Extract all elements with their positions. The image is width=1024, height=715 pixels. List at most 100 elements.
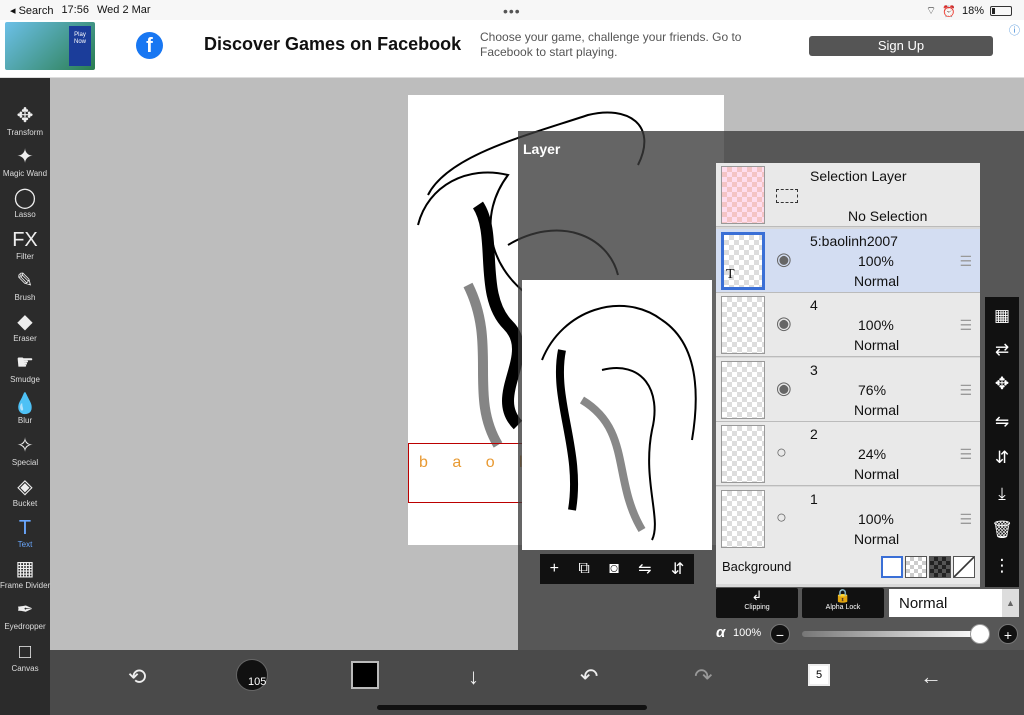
opacity-slider[interactable] bbox=[802, 631, 982, 637]
tool-eraser[interactable]: ◆ Eraser bbox=[0, 306, 50, 347]
alarm-icon: ⏰ bbox=[942, 5, 956, 18]
background-row[interactable]: Background bbox=[716, 550, 980, 584]
magic-wand-icon: ✦ bbox=[16, 146, 34, 169]
eye-icon[interactable]: ◉ bbox=[776, 249, 792, 270]
tool-magic-wand[interactable]: ✦ Magic Wand bbox=[0, 141, 50, 182]
filter-icon: FX bbox=[12, 228, 38, 251]
flip-layer-horizontal-icon[interactable]: ⇋ bbox=[985, 407, 1019, 437]
text-layer-icon: T bbox=[726, 267, 735, 282]
layer-row[interactable]: ○ 2 24% Normal ☰ bbox=[716, 422, 980, 487]
bg-none-swatch[interactable] bbox=[953, 556, 975, 578]
layer-opacity: 24% bbox=[858, 446, 887, 463]
layer-name: 2 bbox=[810, 426, 818, 443]
tool-brush[interactable]: ✎ Brush bbox=[0, 265, 50, 306]
tool-label: Brush bbox=[14, 292, 36, 302]
ad-thumbnail[interactable]: Play Now bbox=[5, 22, 95, 70]
layers-count-button[interactable]: 5 bbox=[808, 664, 830, 686]
drag-handle-icon[interactable]: ☰ bbox=[959, 511, 972, 528]
layer-row[interactable]: ◉ 4 100% Normal ☰ bbox=[716, 293, 980, 358]
undo-icon[interactable]: ↶ bbox=[580, 664, 598, 690]
layer-name: 4 bbox=[810, 297, 818, 314]
tool-blur[interactable]: 💧 Blur bbox=[0, 388, 50, 429]
tool-bucket[interactable]: ◈ Bucket bbox=[0, 471, 50, 512]
tool-transform[interactable]: ✥ Transform bbox=[0, 100, 50, 141]
flip-horizontal-icon[interactable]: ⇋ bbox=[638, 559, 651, 579]
tool-sidebar: ✥ Transform ✦ Magic Wand ◯ Lasso FX Filter ✎ Brus… bbox=[0, 78, 50, 715]
bg-white-swatch[interactable] bbox=[881, 556, 903, 578]
home-indicator[interactable] bbox=[377, 705, 647, 710]
download-arrow-icon[interactable]: ↓ bbox=[468, 664, 479, 690]
opacity-slider-knob[interactable] bbox=[970, 624, 990, 644]
drag-handle-icon[interactable]: ☰ bbox=[959, 382, 972, 399]
more-options-icon[interactable]: ⋮ bbox=[985, 551, 1019, 581]
canvas-text: b a o l bbox=[419, 454, 533, 471]
opacity-increase-button[interactable]: + bbox=[998, 624, 1018, 644]
bucket-icon: ◈ bbox=[17, 475, 33, 498]
layer-row[interactable]: ◉ 3 76% Normal ☰ bbox=[716, 357, 980, 422]
opacity-decrease-button[interactable]: − bbox=[770, 624, 790, 644]
move-layer-icon[interactable]: ✥ bbox=[985, 369, 1019, 399]
redo-icon[interactable]: ↷ bbox=[694, 664, 712, 690]
layer-thumbnail bbox=[721, 425, 765, 484]
eye-icon[interactable]: ◉ bbox=[776, 378, 792, 399]
alpha-lock-button[interactable]: 🔒 Alpha Lock bbox=[802, 588, 884, 618]
flip-vertical-icon[interactable]: ⇵ bbox=[671, 559, 684, 579]
checkerboard-icon[interactable]: ▦ bbox=[985, 301, 1019, 331]
tool-label: Eyedropper bbox=[4, 622, 46, 632]
clipping-button[interactable]: ↲ Clipping bbox=[716, 588, 798, 618]
tool-label: Transform bbox=[6, 128, 44, 137]
eye-icon[interactable]: ○ bbox=[776, 507, 787, 528]
ad-signup-button[interactable]: Sign Up bbox=[809, 36, 993, 56]
eye-icon[interactable]: ○ bbox=[776, 442, 787, 463]
trash-icon[interactable]: 🗑 bbox=[985, 515, 1019, 545]
tool-label: Eraser bbox=[13, 334, 37, 343]
blend-mode-arrow-icon[interactable]: ▲ bbox=[1002, 589, 1019, 617]
facebook-icon: f bbox=[136, 32, 163, 59]
layer-opacity: 76% bbox=[858, 381, 887, 398]
camera-icon[interactable]: ◙ bbox=[609, 560, 619, 578]
ad-info-icon[interactable]: ⓘ bbox=[1009, 22, 1020, 38]
layer-row[interactable]: ◉ 5:baolinh2007 100% Normal ☰ T bbox=[716, 229, 980, 293]
selection-layer-name: Selection Layer bbox=[810, 168, 907, 184]
tool-text[interactable]: T Text bbox=[0, 512, 50, 553]
tool-filter[interactable]: FX Filter bbox=[0, 224, 50, 265]
bg-dark-swatch[interactable] bbox=[929, 556, 951, 578]
special-icon: ✧ bbox=[16, 434, 34, 457]
tool-smudge[interactable]: ☛ Smudge bbox=[0, 347, 50, 388]
brush-size-value: 105 bbox=[248, 676, 267, 688]
merge-down-icon[interactable]: ⤓ bbox=[985, 479, 1019, 509]
tool-special[interactable]: ✧ Special bbox=[0, 430, 50, 471]
back-arrow-icon[interactable]: ← bbox=[920, 664, 942, 690]
text-selection-box[interactable]: b a o l bbox=[408, 443, 536, 503]
selection-state: No Selection bbox=[848, 208, 928, 224]
wifi-icon: ⌔ bbox=[925, 5, 937, 17]
tool-eyedropper[interactable]: ✒ Eyedropper bbox=[0, 594, 50, 635]
add-layer-icon[interactable]: + bbox=[550, 560, 559, 578]
ad-headline[interactable]: Discover Games on Facebook bbox=[204, 34, 461, 55]
drag-handle-icon[interactable]: ☰ bbox=[959, 253, 972, 270]
convert-layer-icon[interactable]: ⇄ bbox=[985, 335, 1019, 365]
eye-icon[interactable]: ◉ bbox=[776, 313, 792, 334]
tool-canvas[interactable]: □ Canvas bbox=[0, 636, 50, 677]
color-swatch[interactable] bbox=[351, 661, 379, 689]
blend-mode-select[interactable]: Normal bbox=[889, 589, 1002, 617]
quick-actions-icon[interactable]: ⟲ bbox=[128, 664, 146, 690]
flip-layer-vertical-icon[interactable]: ⇵ bbox=[985, 443, 1019, 473]
drag-handle-icon[interactable]: ☰ bbox=[959, 446, 972, 463]
lasso-icon: ◯ bbox=[13, 187, 37, 210]
selection-layer-row[interactable]: Selection Layer No Selection bbox=[716, 163, 980, 227]
ad-description: Choose your game, challenge your friends… bbox=[480, 30, 742, 59]
status-bar: ◂ Search 17:56 Wed 2 Mar ••• ⌔ ⏰ 18% bbox=[0, 0, 1024, 20]
ad-banner[interactable]: Play Now f Discover Games on Facebook Ch… bbox=[0, 20, 1024, 78]
selection-marquee-icon bbox=[776, 189, 798, 203]
alpha-symbol: α bbox=[716, 624, 726, 641]
back-to-search[interactable]: ◂ Search bbox=[10, 4, 53, 17]
tool-lasso[interactable]: ◯ Lasso bbox=[0, 182, 50, 223]
multitasking-dots[interactable]: ••• bbox=[503, 3, 521, 19]
layer-row[interactable]: ○ 1 100% Normal ☰ bbox=[716, 486, 980, 551]
tool-frame-divider[interactable]: ▦ Frame Divider bbox=[0, 553, 50, 594]
bg-transparent-swatch[interactable] bbox=[905, 556, 927, 578]
tool-label: Smudge bbox=[10, 375, 40, 385]
drag-handle-icon[interactable]: ☰ bbox=[959, 317, 972, 334]
duplicate-layer-icon[interactable]: ⧉ bbox=[578, 560, 589, 578]
